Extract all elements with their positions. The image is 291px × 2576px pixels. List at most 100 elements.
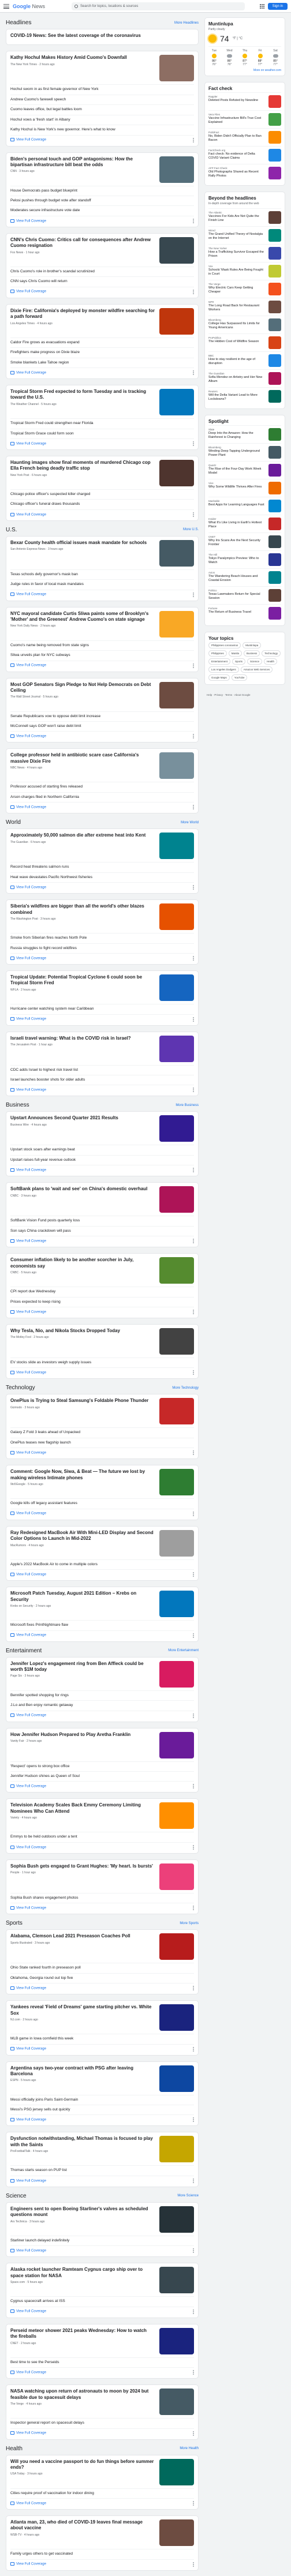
side-story[interactable]: NPR The Long Road Back for Restaurant Wor… <box>208 298 281 316</box>
story-thumbnail[interactable] <box>159 752 194 779</box>
related-story-headline[interactable]: McConnell says GOP won't raise debt limi… <box>10 724 194 729</box>
side-story[interactable]: FactCheck.org Fact check: No evidence of … <box>208 146 281 164</box>
related-story-headline[interactable]: Hochul sworn in as first female governor… <box>10 87 194 92</box>
section-title[interactable]: U.S. <box>6 527 17 533</box>
related-story-headline[interactable]: Moderates secure infrastructure vote dat… <box>10 208 194 213</box>
google-news-logo[interactable]: Google News <box>13 3 45 9</box>
story-headline[interactable]: Biden's personal touch and GOP antagonis… <box>10 156 155 168</box>
side-story[interactable]: Vice Why Some Wildlife Thrives After Fire… <box>208 479 281 497</box>
full-coverage-link[interactable]: View Full Coverage <box>10 2118 46 2122</box>
related-story-headline[interactable]: 'Respect' opens to strong box office <box>10 1764 194 1769</box>
related-story-headline[interactable]: Bennifer spotted shopping for rings <box>10 1693 194 1698</box>
more-options-icon[interactable] <box>193 2562 194 2567</box>
related-story-headline[interactable]: J.Lo and Ben enjoy romantic getaway <box>10 1703 194 1708</box>
story-thumbnail[interactable] <box>159 1186 194 1213</box>
section-title[interactable]: World <box>6 819 21 826</box>
more-options-icon[interactable] <box>193 1906 194 1911</box>
story-headline[interactable]: Television Academy Scales Back Emmy Cere… <box>10 1802 155 1814</box>
more-options-icon[interactable] <box>193 1633 194 1638</box>
side-story-headline[interactable]: What It's Like Living in Earth's Hottest… <box>208 521 266 529</box>
full-coverage-link[interactable]: View Full Coverage <box>10 1784 46 1788</box>
related-story-headline[interactable]: MLB game in Iowa cornfield this week <box>10 2037 194 2041</box>
related-story-headline[interactable]: Israel launches booster shots for older … <box>10 1078 194 1082</box>
story-thumbnail[interactable] <box>159 1469 194 1496</box>
side-story[interactable]: The Verge Why Electric Cars Keep Getting … <box>208 280 281 298</box>
side-story[interactable]: ProPublica The Hidden Cost of Wildfire Se… <box>208 333 281 351</box>
related-story-headline[interactable]: House Democrats pass budget blueprint <box>10 189 194 193</box>
topic-chip[interactable]: Amazon Web Services <box>240 666 273 673</box>
weather-more-link[interactable]: More on weather.com <box>208 69 281 72</box>
story-thumbnail[interactable] <box>159 1591 194 1618</box>
full-coverage-link[interactable]: View Full Coverage <box>10 2501 46 2505</box>
sign-in-button[interactable]: Sign in <box>267 2 288 10</box>
topic-chip[interactable]: Muntinlupa <box>242 642 262 648</box>
more-options-icon[interactable] <box>193 2431 194 2436</box>
section-title[interactable]: Entertainment <box>6 1648 42 1654</box>
story-headline[interactable]: Argentina says two-year contract with PS… <box>10 2065 155 2078</box>
story-headline[interactable]: Most GOP Senators Sign Pledge to Not Hel… <box>10 682 155 694</box>
more-options-icon[interactable] <box>193 370 194 376</box>
related-story-headline[interactable]: Emmys to be held outdoors under a tent <box>10 1835 194 1839</box>
side-story[interactable]: Politico Texas Lawmakers Return for Speci… <box>208 586 281 604</box>
full-coverage-link[interactable]: View Full Coverage <box>10 805 46 809</box>
side-story[interactable]: The New Yorker How a Trafficking Survivor… <box>208 244 281 262</box>
story-headline[interactable]: Upstart Announces Second Quarter 2021 Re… <box>10 1115 155 1121</box>
more-options-icon[interactable] <box>193 1572 194 1577</box>
side-story[interactable]: BBC How to stay resilient in the age of d… <box>208 351 281 369</box>
story-thumbnail[interactable] <box>159 1731 194 1758</box>
related-story-headline[interactable]: OnePlus teases new flagship launch <box>10 1441 194 1445</box>
topic-chip[interactable]: Business <box>244 650 260 657</box>
related-story-headline[interactable]: Jennifer Hudson shines as Queen of Soul <box>10 1774 194 1779</box>
side-story-headline[interactable]: Best Apps for Learning Languages Fast <box>208 503 266 507</box>
related-story-headline[interactable]: Starliner launch delayed indefinitely <box>10 2238 194 2243</box>
related-story-headline[interactable]: Judge rules in favor of local mask manda… <box>10 582 194 587</box>
related-story-headline[interactable]: Heat wave devastates Pacific Northwest f… <box>10 875 194 880</box>
story-headline[interactable]: OnePlus is Trying to Steal Samsung's Fol… <box>10 1398 155 1404</box>
story-headline[interactable]: Microsoft Patch Tuesday, August 2021 Edi… <box>10 1591 155 1603</box>
full-coverage-link[interactable]: View Full Coverage <box>10 219 46 223</box>
related-story-headline[interactable]: EV stocks slide as investors weigh suppl… <box>10 1360 194 1365</box>
related-story-headline[interactable]: Family urges others to get vaccinated <box>10 2552 194 2556</box>
topic-chip[interactable]: Sports <box>232 658 246 665</box>
side-story-headline[interactable]: The Rise of the Four-Day Work Week Model <box>208 467 266 475</box>
related-story-headline[interactable]: Prices expected to keep rising <box>10 1300 194 1304</box>
full-coverage-link[interactable]: View Full Coverage <box>10 2370 46 2374</box>
side-story[interactable]: Axios The Wandering Beach Houses and Coas… <box>208 568 281 586</box>
section-more-link[interactable]: More Sports <box>180 1922 199 1925</box>
related-story-headline[interactable]: Ohio State ranked fourth in preseason po… <box>10 1966 194 1970</box>
section-title[interactable]: Health <box>6 2446 23 2452</box>
more-options-icon[interactable] <box>193 289 194 294</box>
story-headline[interactable]: How Jennifer Hudson Prepared to Play Are… <box>10 1732 155 1738</box>
story-thumbnail[interactable] <box>159 1863 194 1890</box>
full-coverage-link[interactable]: View Full Coverage <box>10 1088 46 1092</box>
section-more-link[interactable]: More Technology <box>172 1386 199 1390</box>
story-thumbnail[interactable] <box>159 1115 194 1142</box>
full-coverage-link[interactable]: View Full Coverage <box>10 593 46 597</box>
related-story-headline[interactable]: Texas schools defy governor's mask ban <box>10 572 194 577</box>
related-story-headline[interactable]: Arson charges filed in Northern Californ… <box>10 795 194 800</box>
side-story-headline[interactable]: Deleted Posts Refuted by Newsline <box>208 99 266 103</box>
side-story-headline[interactable]: The Wandering Beach Houses and Coastal E… <box>208 575 266 583</box>
side-story-headline[interactable]: No, Biden Didn't Officially Plan to Ban … <box>208 134 266 143</box>
full-coverage-link[interactable]: View Full Coverage <box>10 1906 46 1910</box>
side-story[interactable]: Mashable Best Apps for Learning Languages… <box>208 497 281 515</box>
side-story[interactable]: Bloomberg College Has Surpassed Its Limit… <box>208 316 281 333</box>
side-story-headline[interactable]: Old Photographs Shared as Recent Rally P… <box>208 170 266 178</box>
more-options-icon[interactable] <box>193 2309 194 2314</box>
related-story-headline[interactable]: Inspector general report on spacesuit de… <box>10 2421 194 2425</box>
side-story[interactable]: Quartz The Rise of the Four-Day Work Week… <box>208 461 281 479</box>
side-story-headline[interactable]: Schools' Mask Rules Are Being Fought in … <box>208 268 266 276</box>
more-options-icon[interactable] <box>193 1986 194 1991</box>
related-story-headline[interactable]: Thomas starts season on PUP list <box>10 2168 194 2173</box>
story-thumbnail[interactable] <box>159 2519 194 2547</box>
related-story-headline[interactable]: Best time to see the Perseids <box>10 2360 194 2365</box>
topic-chip[interactable]: Philippines <box>208 650 227 657</box>
section-title[interactable]: Science <box>6 2193 27 2199</box>
story-thumbnail[interactable] <box>159 903 194 931</box>
related-story-headline[interactable]: CNN says Chris Cuomo will return <box>10 279 194 284</box>
story-thumbnail[interactable] <box>159 1529 194 1557</box>
full-coverage-link[interactable]: View Full Coverage <box>10 290 46 294</box>
related-story-headline[interactable]: Chris Cuomo's role in brother's scandal … <box>10 269 194 274</box>
related-story-headline[interactable]: CDC adds Israel to highest risk travel l… <box>10 1068 194 1073</box>
related-story-headline[interactable]: Galaxy Z Fold 3 leaks ahead of Unpacked <box>10 1430 194 1435</box>
